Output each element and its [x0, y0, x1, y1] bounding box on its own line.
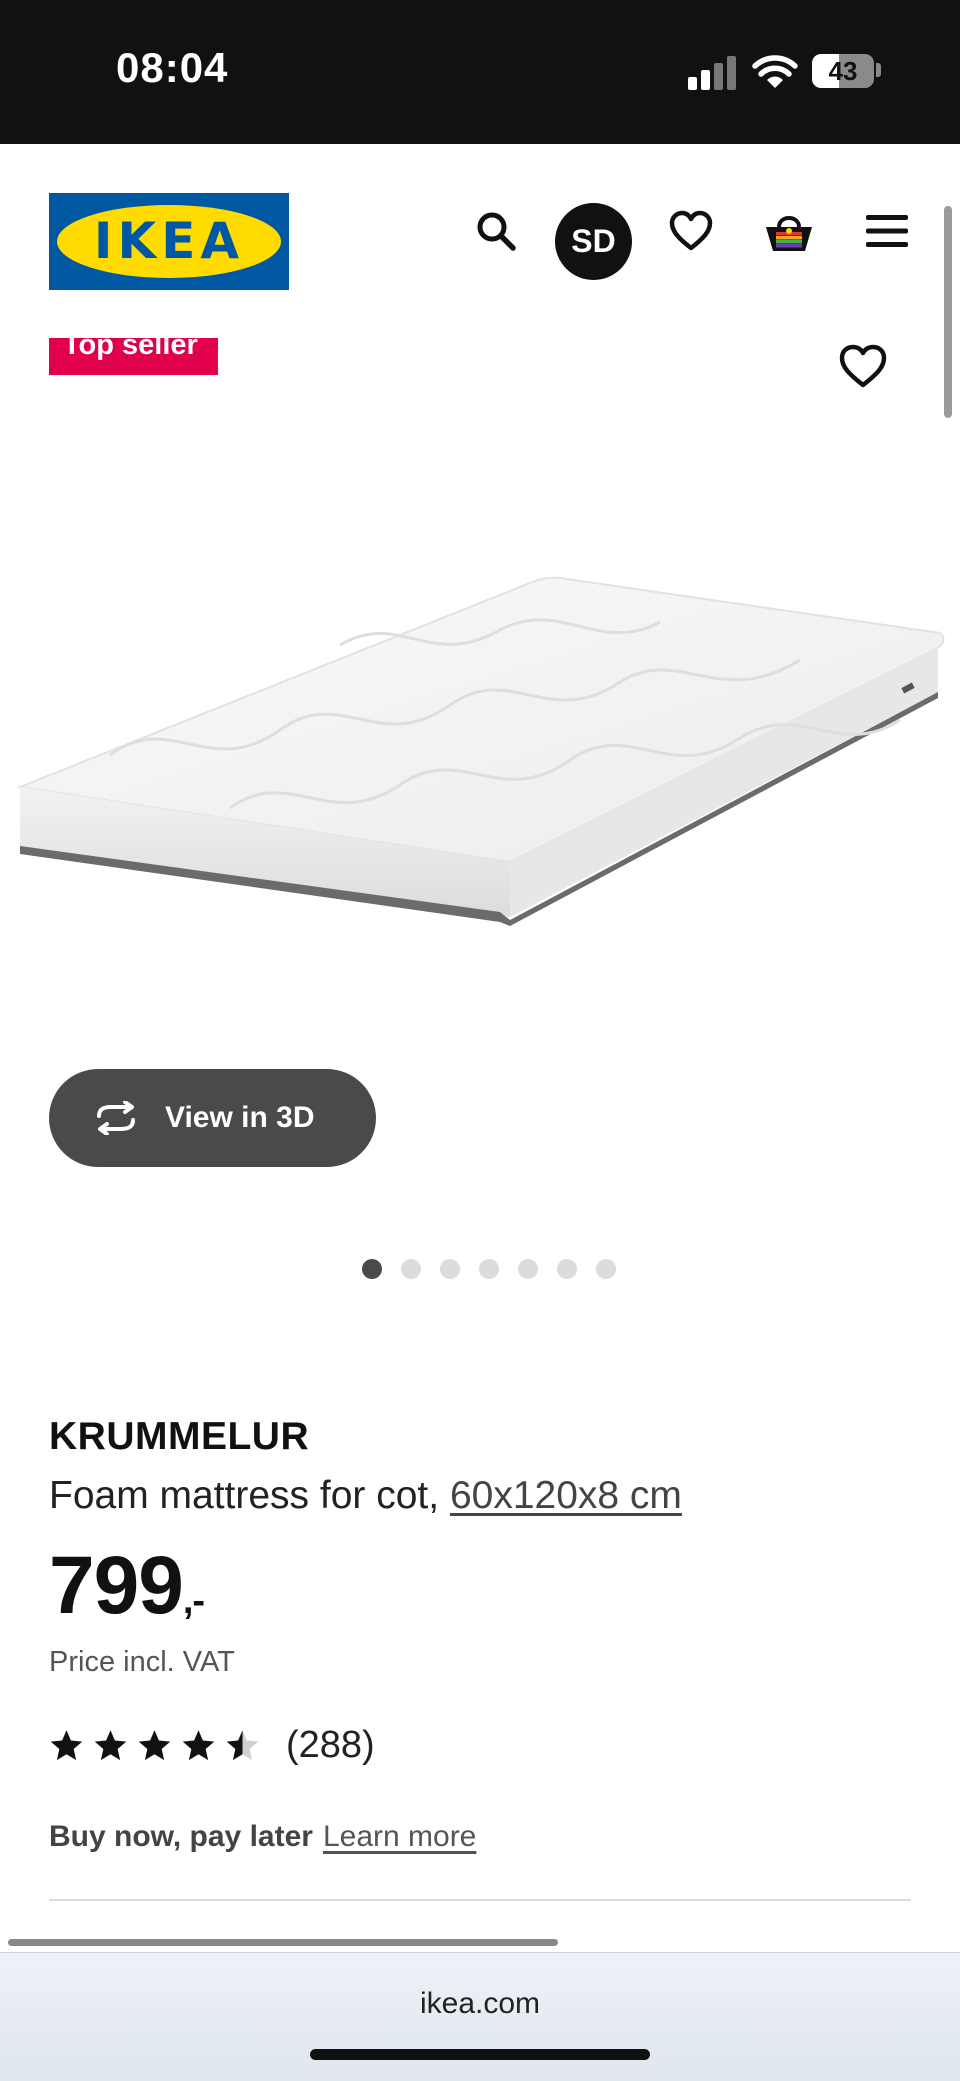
divider: [49, 1899, 911, 1901]
search-icon[interactable]: [468, 203, 524, 259]
carousel-dot[interactable]: [440, 1259, 460, 1279]
learn-more-link[interactable]: Learn more: [323, 1820, 476, 1853]
carousel-dot[interactable]: [479, 1259, 499, 1279]
carousel-dot[interactable]: [518, 1259, 538, 1279]
vat-note: Price incl. VAT: [49, 1646, 235, 1678]
carousel-dot[interactable]: [596, 1259, 616, 1279]
product-type: Foam mattress for cot,: [49, 1474, 440, 1517]
price-value: 799: [49, 1540, 184, 1631]
product-description: Foam mattress for cot, 60x120x8 cm: [49, 1474, 682, 1518]
star-icon: [94, 1730, 127, 1761]
account-avatar[interactable]: SD: [555, 203, 632, 280]
image-carousel-indicator[interactable]: [0, 1259, 960, 1279]
vertical-scrollbar[interactable]: [944, 206, 952, 418]
star-icon: [226, 1730, 259, 1761]
add-to-favourites-icon[interactable]: [837, 340, 889, 392]
product-price: 799,-: [49, 1539, 205, 1633]
menu-icon[interactable]: [859, 203, 915, 259]
view-in-3d-button[interactable]: View in 3D: [49, 1069, 376, 1167]
top-seller-badge: Top seller: [49, 338, 218, 375]
heart-icon[interactable]: [663, 203, 719, 259]
rating-stars: [49, 1728, 260, 1763]
wifi-icon: [752, 55, 798, 88]
status-bar: 08:04 43: [0, 0, 960, 144]
ikea-logo[interactable]: IKEA: [49, 193, 289, 290]
star-icon: [138, 1730, 171, 1761]
rotate-3d-icon: [97, 1101, 135, 1135]
site-header: IKEA SD: [0, 144, 960, 344]
logo-text: IKEA: [93, 212, 245, 270]
product-name: KRUMMELUR: [49, 1415, 310, 1458]
home-indicator[interactable]: [310, 2049, 650, 2060]
status-time: 08:04: [116, 44, 229, 91]
carousel-dot[interactable]: [362, 1259, 382, 1279]
product-rating[interactable]: (288): [49, 1724, 375, 1767]
battery-level: 43: [828, 56, 858, 86]
carousel-dot[interactable]: [557, 1259, 577, 1279]
star-icon: [50, 1730, 83, 1761]
battery-tip: [876, 63, 881, 77]
price-suffix: ,-: [182, 1580, 205, 1622]
browser-address-bar[interactable]: ikea.com: [0, 1952, 960, 2081]
star-icon: [182, 1730, 215, 1761]
product-size-link[interactable]: 60x120x8 cm: [450, 1474, 682, 1517]
product-image[interactable]: [0, 560, 960, 940]
rating-count: (288): [286, 1724, 375, 1766]
horizontal-scrollbar[interactable]: [8, 1939, 558, 1946]
buy-now-pay-later: Buy now, pay later Learn more: [49, 1820, 476, 1854]
view-in-3d-label: View in 3D: [165, 1101, 315, 1134]
signal-icon: [688, 56, 736, 90]
battery-icon: 43: [812, 54, 874, 88]
basket-icon[interactable]: [761, 203, 817, 259]
url-text[interactable]: ikea.com: [0, 1987, 960, 2021]
carousel-dot[interactable]: [401, 1259, 421, 1279]
bnpl-title: Buy now, pay later: [49, 1820, 313, 1853]
